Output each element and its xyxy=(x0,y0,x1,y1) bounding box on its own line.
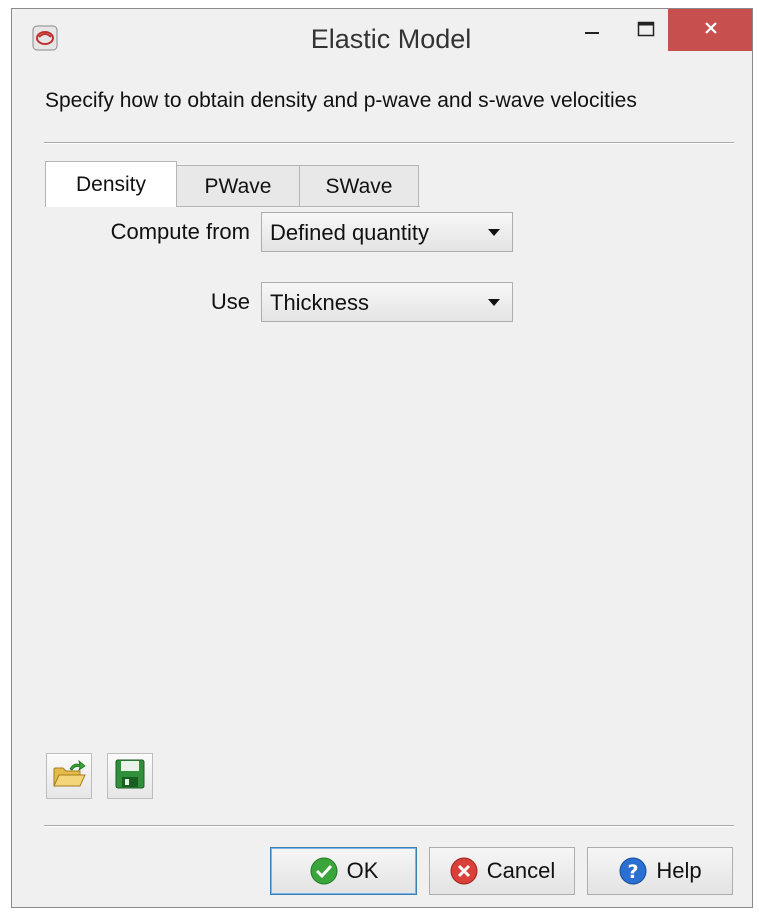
title-bar[interactable]: Elastic Model xyxy=(12,9,752,69)
ok-button[interactable]: OK xyxy=(270,847,417,895)
maximize-button[interactable] xyxy=(619,9,673,53)
use-dropdown[interactable]: Thickness xyxy=(261,282,513,322)
chevron-down-icon xyxy=(488,299,500,306)
cancel-button[interactable]: Cancel xyxy=(429,847,575,895)
close-icon xyxy=(703,20,719,41)
cancel-x-icon xyxy=(449,856,479,886)
help-button[interactable]: ? Help xyxy=(587,847,733,895)
separator xyxy=(44,825,734,827)
chevron-down-icon xyxy=(488,229,500,236)
compute-from-label: Compute from xyxy=(110,219,250,244)
separator xyxy=(44,142,734,144)
minimize-icon xyxy=(584,21,600,42)
save-button[interactable] xyxy=(107,753,153,799)
compute-from-dropdown[interactable]: Defined quantity xyxy=(261,212,513,252)
save-disk-icon xyxy=(114,758,146,795)
ok-label: OK xyxy=(346,858,379,883)
open-button[interactable] xyxy=(46,753,92,799)
tab-pwave[interactable]: PWave xyxy=(176,165,300,207)
cancel-label: Cancel xyxy=(486,858,556,883)
maximize-icon xyxy=(637,21,655,42)
use-label: Use xyxy=(210,289,250,314)
help-label: Help xyxy=(656,858,702,883)
open-folder-icon xyxy=(52,759,86,794)
instructions-text: Specify how to obtain density and p-wave… xyxy=(45,89,637,112)
tab-divider xyxy=(177,206,420,207)
svg-text:?: ? xyxy=(628,861,639,883)
use-value: Thickness xyxy=(270,290,370,315)
check-icon xyxy=(309,856,339,886)
close-button[interactable] xyxy=(668,9,752,51)
help-question-icon: ? xyxy=(618,856,648,886)
compute-from-value: Defined quantity xyxy=(270,220,429,245)
elastic-model-dialog: Elastic Model Specify how to obtain dens… xyxy=(11,8,753,908)
tab-swave[interactable]: SWave xyxy=(299,165,419,207)
tab-density[interactable]: Density xyxy=(45,161,177,207)
minimize-button[interactable] xyxy=(565,9,619,53)
